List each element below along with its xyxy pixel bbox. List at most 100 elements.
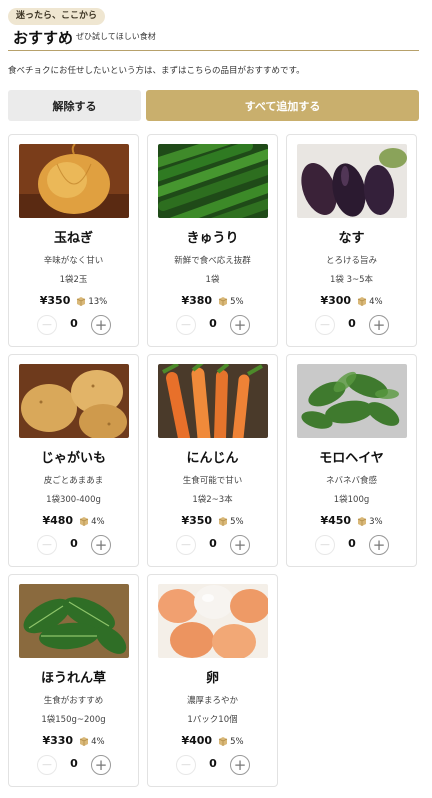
- box-icon: [218, 511, 228, 530]
- product-card: モロヘイヤ ネバネバ食感 1袋100g ¥450 3% − 0 +: [286, 354, 417, 567]
- product-price: ¥380: [181, 294, 213, 307]
- product-card: にんじん 生食可能で甘い 1袋2~3本 ¥350 5% − 0 +: [147, 354, 278, 567]
- quantity-stepper: − 0 +: [287, 315, 416, 337]
- price-row: ¥480 4%: [9, 509, 138, 530]
- quantity-stepper: − 0 +: [148, 755, 277, 777]
- product-amount: 1パック10個: [187, 715, 238, 725]
- quantity-value: 0: [209, 537, 217, 550]
- decrement-button[interactable]: −: [176, 315, 196, 335]
- price-row: ¥330 4%: [9, 729, 138, 750]
- add-all-button[interactable]: すべて追加する: [146, 90, 419, 121]
- price-row: ¥350 13%: [9, 289, 138, 310]
- increment-button[interactable]: +: [230, 535, 250, 555]
- carrot-photo: [158, 364, 268, 438]
- section-description: 食べチョクにお任せしたいという方は、まずはこちらの品目がおすすめです。: [8, 66, 305, 76]
- molokhia-photo: [297, 364, 407, 438]
- quantity-stepper: − 0 +: [287, 535, 416, 557]
- quantity-stepper: − 0 +: [9, 315, 138, 337]
- product-name: なす: [338, 231, 365, 246]
- product-rate: 4%: [91, 737, 105, 747]
- decrement-button[interactable]: −: [176, 535, 196, 555]
- box-icon: [357, 511, 367, 530]
- product-tagline: 新鮮で食べ応え抜群: [174, 256, 251, 266]
- product-tagline: 辛味がなく甘い: [43, 256, 104, 266]
- product-name: にんじん: [186, 451, 239, 466]
- product-price: ¥450: [320, 514, 352, 527]
- increment-button[interactable]: +: [230, 755, 250, 775]
- section-title: おすすめ: [13, 29, 74, 47]
- potato-photo: [19, 364, 129, 438]
- price-row: ¥400 5%: [148, 729, 277, 750]
- decrement-button[interactable]: −: [37, 315, 57, 335]
- product-tagline: 皮ごとあまあま: [43, 476, 104, 486]
- product-card: きゅうり 新鮮で食べ応え抜群 1袋 ¥380 5% − 0 +: [147, 134, 278, 347]
- product-amount: 1袋100g: [333, 495, 370, 505]
- quantity-value: 0: [209, 317, 217, 330]
- product-price: ¥330: [42, 734, 74, 747]
- price-row: ¥300 4%: [287, 289, 416, 310]
- product-name: モロヘイヤ: [319, 451, 384, 466]
- increment-button[interactable]: +: [369, 535, 389, 555]
- box-icon: [79, 511, 89, 530]
- product-tagline: ネバネバ食感: [325, 476, 377, 486]
- increment-button[interactable]: +: [230, 315, 250, 335]
- product-amount: 1袋2玉: [59, 275, 88, 285]
- quantity-value: 0: [348, 317, 356, 330]
- product-tagline: 生食可能で甘い: [182, 476, 243, 486]
- product-amount: 1袋300-400g: [46, 495, 101, 505]
- product-card: 卵 濃厚まろやか 1パック10個 ¥400 5% − 0 +: [147, 574, 278, 787]
- product-rate: 3%: [369, 517, 383, 527]
- quantity-value: 0: [70, 757, 78, 770]
- cucumber-photo: [158, 144, 268, 218]
- product-card: じゃがいも 皮ごとあまあま 1袋300-400g ¥480 4% − 0 +: [8, 354, 139, 567]
- product-name: じゃがいも: [40, 451, 106, 466]
- quantity-stepper: − 0 +: [9, 755, 138, 777]
- decrement-button[interactable]: −: [37, 755, 57, 775]
- product-rate: 13%: [88, 297, 108, 307]
- product-rate: 5%: [230, 517, 244, 527]
- product-amount: 1袋: [205, 275, 220, 285]
- quantity-value: 0: [70, 537, 78, 550]
- product-name: きゅうり: [186, 231, 239, 246]
- product-price: ¥350: [39, 294, 71, 307]
- product-name: 玉ねぎ: [53, 231, 93, 246]
- product-name: ほうれん草: [40, 671, 106, 686]
- increment-button[interactable]: +: [369, 315, 389, 335]
- product-tagline: とろける旨み: [325, 256, 377, 266]
- product-rate: 4%: [91, 517, 105, 527]
- decrement-button[interactable]: −: [37, 535, 57, 555]
- header-divider: [8, 50, 419, 51]
- section-subtitle: ぜひ試してほしい食材: [76, 32, 156, 41]
- product-price: ¥350: [181, 514, 213, 527]
- quantity-value: 0: [209, 757, 217, 770]
- decrement-button[interactable]: −: [315, 315, 335, 335]
- increment-button[interactable]: +: [91, 755, 111, 775]
- product-amount: 1袋 3~5本: [329, 275, 374, 285]
- increment-button[interactable]: +: [91, 535, 111, 555]
- product-rate: 4%: [369, 297, 383, 307]
- quantity-value: 0: [70, 317, 78, 330]
- product-rate: 5%: [230, 297, 244, 307]
- product-tagline: 生食がおすすめ: [43, 696, 104, 706]
- quantity-value: 0: [348, 537, 356, 550]
- decrement-button[interactable]: −: [315, 535, 335, 555]
- spinach-photo: [19, 584, 129, 658]
- section-badge: 迷ったら、ここから: [8, 8, 106, 25]
- quantity-stepper: − 0 +: [148, 535, 277, 557]
- quantity-stepper: − 0 +: [148, 315, 277, 337]
- product-card: 玉ねぎ 辛味がなく甘い 1袋2玉 ¥350 13% − 0 +: [8, 134, 139, 347]
- product-name: 卵: [205, 671, 219, 686]
- egg-photo: [158, 584, 268, 658]
- onion-photo: [19, 144, 129, 218]
- decrement-button[interactable]: −: [176, 755, 196, 775]
- product-card: ほうれん草 生食がおすすめ 1袋150g~200g ¥330 4% − 0 +: [8, 574, 139, 787]
- product-tagline: 濃厚まろやか: [186, 696, 238, 706]
- clear-button[interactable]: 解除する: [8, 90, 141, 121]
- product-card: なす とろける旨み 1袋 3~5本 ¥300 4% − 0 +: [286, 134, 417, 347]
- price-row: ¥350 5%: [148, 509, 277, 530]
- increment-button[interactable]: +: [91, 315, 111, 335]
- box-icon: [79, 731, 89, 750]
- product-amount: 1袋150g~200g: [41, 715, 106, 725]
- eggplant-photo: [297, 144, 407, 218]
- box-icon: [76, 291, 86, 310]
